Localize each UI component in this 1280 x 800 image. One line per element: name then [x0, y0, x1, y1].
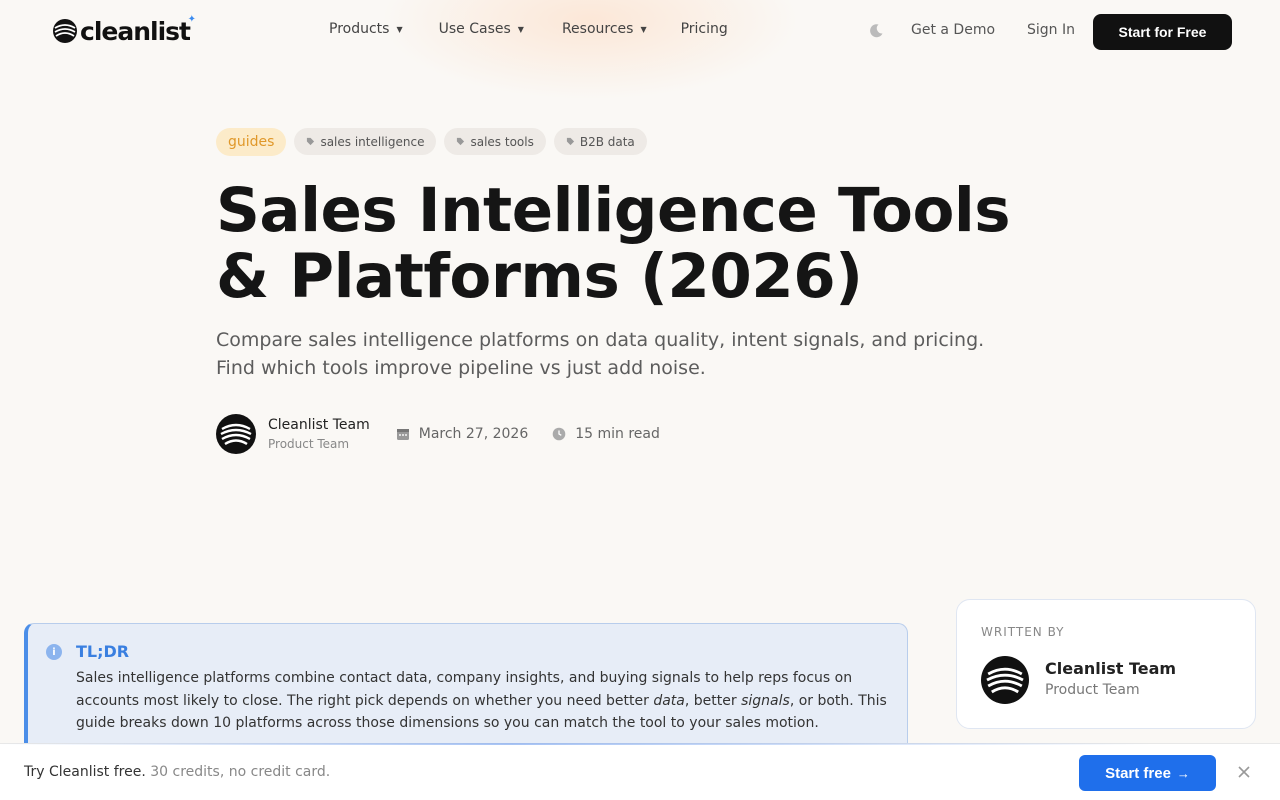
tldr-em-data: data — [653, 692, 685, 709]
tag-icon — [307, 137, 315, 146]
author-info: Cleanlist Team Product Team — [268, 416, 370, 453]
clock-icon — [552, 427, 566, 441]
page-subtitle: Compare sales intelligence platforms on … — [216, 326, 1056, 382]
tag-b2b-data[interactable]: B2B data — [553, 128, 647, 155]
tag-sales-intelligence[interactable]: sales intelligence — [294, 128, 437, 155]
nav-resources-label: Resources — [561, 21, 634, 37]
get-demo-link[interactable]: Get a Demo — [911, 22, 995, 38]
top-navigation: cleanlist ✦ Products ▼ Use Cases ▼ Resou… — [0, 0, 1280, 62]
caret-down-icon: ▼ — [517, 24, 524, 34]
bottom-bar-muted: 30 credits, no credit card. — [150, 764, 331, 780]
start-for-free-button[interactable]: Start for Free — [1093, 14, 1232, 50]
read-time-text: 15 min read — [575, 426, 660, 442]
caret-down-icon: ▼ — [396, 24, 403, 34]
tag-icon — [457, 137, 465, 146]
author-name: Cleanlist Team — [268, 416, 370, 433]
bottom-bar-strong: Try Cleanlist free. — [24, 764, 146, 780]
nav-pricing[interactable]: Pricing — [681, 21, 728, 37]
article-tags: guides sales intelligence sales tools B2… — [216, 128, 647, 156]
logo-text: cleanlist — [80, 16, 191, 46]
cleanlist-logo-icon — [986, 667, 1024, 694]
tldr-text-part-2: , better — [684, 692, 742, 709]
info-icon: i — [46, 644, 62, 660]
nav-resources[interactable]: Resources ▼ — [562, 21, 647, 37]
written-by-card: WRITTEN BY Cleanlist Team Product Team — [956, 599, 1256, 729]
article-meta: Cleanlist Team Product Team March 27, 20… — [216, 414, 660, 454]
logo-link[interactable]: cleanlist ✦ — [52, 14, 196, 46]
bottom-bar-text: Try Cleanlist free. 30 credits, no credi… — [24, 764, 330, 780]
tag-label: B2B data — [579, 134, 635, 149]
moon-icon — [870, 24, 883, 38]
nav-use-cases[interactable]: Use Cases ▼ — [439, 21, 524, 37]
close-button[interactable] — [1236, 764, 1252, 780]
nav-pricing-label: Pricing — [680, 21, 728, 37]
written-by-name: Cleanlist Team — [1045, 659, 1177, 678]
calendar-icon — [396, 429, 409, 440]
tag-guides[interactable]: guides — [216, 128, 287, 156]
subtitle-line-1: Compare sales intelligence platforms on … — [216, 329, 985, 351]
subtitle-line-2: Find which tools improve pipeline vs jus… — [216, 357, 706, 379]
read-time: 15 min read — [552, 426, 660, 442]
tldr-text: Sales intelligence platforms combine con… — [76, 667, 896, 735]
avatar — [216, 414, 256, 454]
arrow-right-icon: → — [1176, 765, 1190, 781]
sparkle-icon: ✦ — [187, 14, 196, 25]
cleanlist-logo-icon — [220, 423, 252, 446]
sign-in-link[interactable]: Sign In — [1027, 22, 1075, 38]
tag-label: sales tools — [470, 134, 534, 149]
caret-down-icon: ▼ — [640, 24, 647, 34]
page-title: Sales Intelligence Tools & Platforms (20… — [216, 178, 1076, 310]
tldr-title: TL;DR — [76, 642, 130, 661]
theme-toggle-button[interactable] — [868, 23, 884, 39]
tag-label: sales intelligence — [320, 134, 425, 149]
nav-products-label: Products — [329, 21, 390, 37]
written-by-role: Product Team — [1045, 682, 1140, 698]
author-role: Product Team — [268, 436, 350, 451]
nav-products[interactable]: Products ▼ — [329, 21, 403, 37]
nav-links: Products ▼ Use Cases ▼ Resources ▼ Prici… — [329, 21, 728, 37]
bottom-cta-bar: Try Cleanlist free. 30 credits, no credi… — [0, 743, 1280, 800]
start-free-label: Start free — [1105, 764, 1171, 782]
avatar — [981, 656, 1029, 704]
publish-date: March 27, 2026 — [396, 426, 528, 442]
tldr-callout: i TL;DR Sales intelligence platforms com… — [24, 623, 908, 763]
title-line-2: & Platforms (2026) — [216, 241, 863, 312]
tag-icon — [566, 137, 574, 146]
close-icon — [1238, 766, 1250, 778]
cleanlist-logo-icon — [53, 19, 77, 43]
start-free-button[interactable]: Start free → — [1079, 755, 1216, 791]
tldr-em-signals: signals — [741, 692, 790, 709]
nav-use-cases-label: Use Cases — [438, 21, 511, 37]
title-line-1: Sales Intelligence Tools — [216, 175, 1011, 246]
tag-sales-tools[interactable]: sales tools — [444, 128, 546, 155]
publish-date-text: March 27, 2026 — [418, 426, 529, 442]
written-by-label: WRITTEN BY — [981, 625, 1065, 639]
